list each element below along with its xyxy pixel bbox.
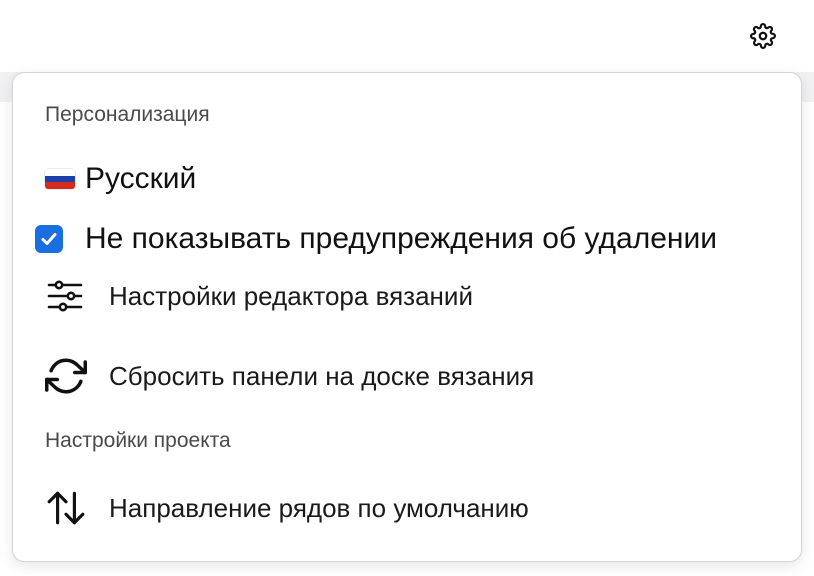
delete-warning-label: Не показывать предупреждения об удалении [85, 222, 717, 255]
menu-item-row-direction[interactable]: Направление рядов по умолчанию [45, 483, 529, 533]
menu-item-label: Настройки редактора вязаний [109, 280, 473, 311]
gear-icon [750, 23, 776, 49]
checkmark-icon [41, 233, 57, 245]
language-label: Русский [85, 162, 197, 195]
sort-arrows-icon [45, 485, 91, 531]
refresh-icon [45, 353, 91, 399]
menu-item-editor-settings[interactable]: Настройки редактора вязаний [45, 271, 473, 321]
sliders-icon [45, 273, 91, 319]
language-selector[interactable]: Русский [45, 159, 196, 199]
personalization-section-title: Персонализация [45, 103, 210, 126]
menu-item-label: Направление рядов по умолчанию [109, 492, 529, 523]
menu-item-label: Сбросить панели на доске вязания [109, 360, 535, 391]
delete-warning-toggle[interactable]: Не показывать предупреждения об удалении [35, 219, 717, 259]
russian-flag-icon [45, 169, 75, 189]
settings-dropdown-menu: Персонализация Русский Не показывать пре… [12, 72, 802, 562]
project-settings-section-title: Настройки проекта [45, 429, 231, 452]
settings-button[interactable] [748, 21, 778, 51]
page: Персонализация Русский Не показывать пре… [0, 0, 814, 576]
delete-warning-checkbox[interactable] [35, 225, 63, 253]
menu-item-reset-panels[interactable]: Сбросить панели на доске вязания [45, 351, 534, 401]
